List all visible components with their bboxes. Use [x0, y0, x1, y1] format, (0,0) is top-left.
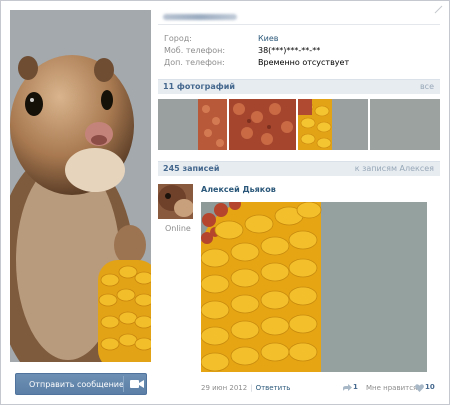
corner-icon	[434, 5, 443, 14]
info-value-mobile: 38(***)***-**-**	[258, 46, 321, 55]
footer-divider: |	[250, 384, 253, 392]
photo-thumbnail[interactable]	[229, 99, 296, 150]
wall-user-posts-link[interactable]: к записям Алексея	[355, 164, 434, 173]
photos-all-link[interactable]: все	[420, 82, 434, 91]
post-date[interactable]: 29 июн 2012	[201, 384, 247, 392]
camera-icon[interactable]	[130, 379, 144, 389]
button-separator	[123, 376, 124, 392]
info-value-extra-phone: Временно отсуствует	[258, 58, 350, 67]
photo-thumbnail[interactable]	[298, 99, 368, 150]
online-status: Online	[165, 224, 191, 233]
info-label: Доп. телефон:	[164, 58, 225, 67]
profile-name-blurred	[163, 14, 237, 20]
photos-count-title[interactable]: 11 фотографий	[163, 82, 235, 91]
photos-section-header[interactable]: 11 фотографий все	[158, 79, 440, 94]
profile-photo[interactable]	[10, 10, 151, 362]
wall-section-header[interactable]: 245 записей к записям Алексея	[158, 161, 440, 176]
like-count: 10	[425, 383, 435, 391]
post-author-link[interactable]: Алексей Дьяков	[201, 185, 276, 194]
like-label[interactable]: Мне нравится	[366, 384, 417, 392]
wall-count-title[interactable]: 245 записей	[163, 164, 219, 173]
share-icon[interactable]	[343, 384, 352, 392]
divider	[158, 24, 440, 25]
photo-thumbnail[interactable]	[158, 99, 227, 150]
send-message-button[interactable]: Отправить сообщение	[15, 373, 147, 395]
send-message-label: Отправить сообщение	[29, 379, 124, 389]
reply-link[interactable]: Ответить	[256, 384, 291, 392]
info-label: Моб. телефон:	[164, 46, 226, 55]
heart-icon[interactable]	[415, 384, 424, 392]
info-label: Город:	[164, 34, 192, 43]
photo-thumbnail[interactable]	[370, 99, 440, 150]
info-value-city[interactable]: Киев	[258, 33, 279, 44]
post-image[interactable]	[201, 202, 427, 372]
author-avatar[interactable]	[158, 184, 193, 219]
post-footer: 29 июн 2012 | Ответить	[201, 383, 290, 394]
share-count: 1	[353, 383, 358, 391]
